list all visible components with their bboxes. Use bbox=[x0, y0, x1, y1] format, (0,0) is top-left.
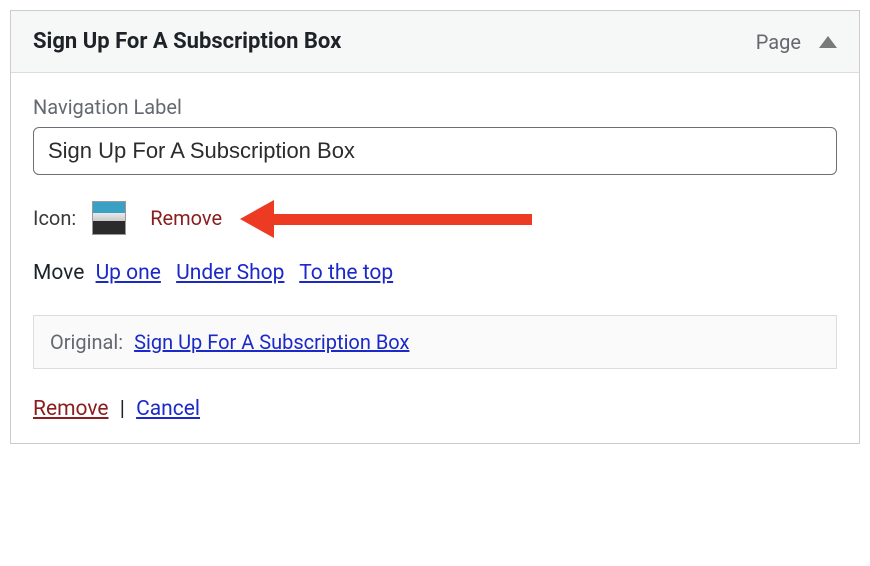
icon-thumbnail[interactable] bbox=[92, 201, 126, 235]
move-label: Move bbox=[33, 261, 84, 285]
collapse-up-icon[interactable] bbox=[819, 36, 837, 48]
panel-header-right: Page bbox=[756, 30, 837, 54]
remove-icon-link[interactable]: Remove bbox=[150, 206, 222, 230]
footer-row: Remove | Cancel bbox=[33, 397, 837, 421]
panel-header[interactable]: Sign Up For A Subscription Box Page bbox=[11, 11, 859, 73]
original-box: Original: Sign Up For A Subscription Box bbox=[33, 315, 837, 369]
cancel-link[interactable]: Cancel bbox=[136, 397, 200, 421]
nav-label-input[interactable] bbox=[33, 127, 837, 175]
arrow-shaft bbox=[270, 214, 532, 225]
original-link[interactable]: Sign Up For A Subscription Box bbox=[134, 330, 409, 354]
original-label: Original: bbox=[50, 330, 123, 354]
footer-separator: | bbox=[114, 397, 131, 421]
remove-item-link[interactable]: Remove bbox=[33, 397, 109, 421]
move-under-shop-link[interactable]: Under Shop bbox=[176, 261, 284, 285]
arrow-head-icon bbox=[240, 200, 274, 238]
menu-item-panel: Sign Up For A Subscription Box Page Navi… bbox=[10, 10, 860, 444]
panel-title: Sign Up For A Subscription Box bbox=[33, 29, 341, 54]
move-to-top-link[interactable]: To the top bbox=[299, 261, 393, 285]
annotation-arrow bbox=[232, 204, 837, 232]
icon-label: Icon: bbox=[33, 206, 76, 230]
panel-body: Navigation Label Icon: Remove Move Up on… bbox=[11, 73, 859, 443]
icon-row: Icon: Remove bbox=[33, 201, 837, 235]
item-type-label: Page bbox=[756, 30, 801, 54]
move-up-one-link[interactable]: Up one bbox=[96, 261, 161, 285]
move-row: Move Up one Under Shop To the top bbox=[33, 261, 837, 285]
nav-label-caption: Navigation Label bbox=[33, 95, 837, 119]
